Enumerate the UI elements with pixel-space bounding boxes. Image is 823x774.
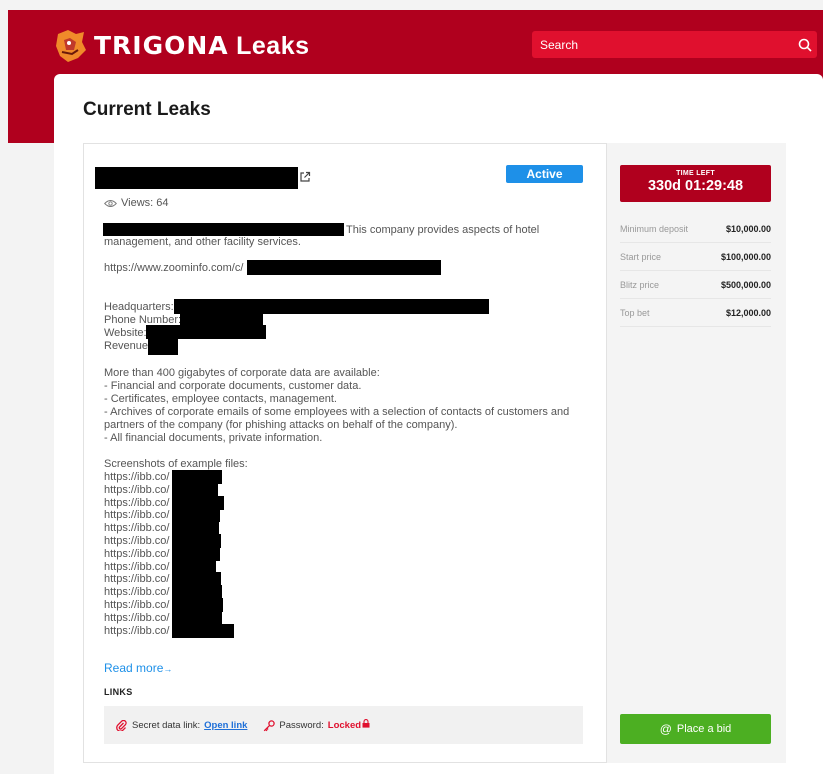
search-input[interactable]: Search xyxy=(532,31,817,58)
open-link[interactable]: Open link xyxy=(204,720,247,731)
stat-label: Blitz price xyxy=(620,279,660,290)
stat-value: $12,000.00 xyxy=(725,307,771,318)
stat-value: $10,000.00 xyxy=(725,223,771,234)
logo-text: TRIGONA Leaks xyxy=(94,31,310,61)
redacted-link-id xyxy=(172,623,234,638)
stat-value: $100,000.00 xyxy=(720,251,771,262)
stat-row: Blitz price $500,000.00 xyxy=(620,271,771,299)
redacted-headquarters xyxy=(174,299,489,314)
search-icon[interactable] xyxy=(793,33,817,57)
data-line: - Financial and corporate documents, cus… xyxy=(104,380,362,392)
data-line: - Archives of corporate emails of some e… xyxy=(104,406,570,418)
stat-label: Minimum deposit xyxy=(620,223,689,234)
paperclip-icon xyxy=(116,719,127,732)
top-strip xyxy=(0,0,823,10)
screenshot-link[interactable]: https://ibb.co/ xyxy=(104,625,169,638)
data-line: - All financial documents, private infor… xyxy=(104,432,323,444)
screenshot-link[interactable]: https://ibb.co/ xyxy=(104,497,169,510)
stat-label: Start price xyxy=(620,251,662,262)
headquarters-label: Headquarters: xyxy=(104,301,174,313)
stat-value: $500,000.00 xyxy=(720,279,771,290)
external-link-icon[interactable] xyxy=(299,170,311,182)
views-count: Views: 64 xyxy=(104,197,169,209)
lock-icon xyxy=(362,719,370,728)
revenue-label: Revenue: xyxy=(104,340,152,352)
place-bid-button[interactable]: @ Place a bid xyxy=(620,714,771,744)
read-more-label: Read more xyxy=(104,661,164,675)
time-left-label: TIME LEFT xyxy=(676,170,715,177)
screenshot-link[interactable]: https://ibb.co/ xyxy=(104,509,169,522)
links-heading: LINKS xyxy=(104,687,133,697)
data-line: partners of the company (for phishing at… xyxy=(104,419,458,431)
password-status-text: Locked xyxy=(327,720,362,731)
screenshot-link[interactable]: https://ibb.co/ xyxy=(104,612,169,625)
data-line: More than 400 gigabytes of corporate dat… xyxy=(104,367,380,379)
screenshot-link[interactable]: https://ibb.co/ xyxy=(104,561,169,574)
screenshot-link[interactable]: https://ibb.co/ xyxy=(104,586,169,599)
data-line: - Certificates, employee contacts, manag… xyxy=(104,393,337,405)
page-title: Current Leaks xyxy=(83,99,211,120)
stat-row: Start price $100,000.00 xyxy=(620,243,771,271)
stat-row: Minimum deposit $10,000.00 xyxy=(620,215,771,243)
screenshots-heading: Screenshots of example files: xyxy=(104,458,248,470)
eye-icon xyxy=(104,199,117,208)
time-left-box: TIME LEFT 330d 01:29:48 xyxy=(620,165,771,202)
redacted-description xyxy=(103,223,344,236)
screenshot-link[interactable]: https://ibb.co/ xyxy=(104,522,169,535)
screenshot-link[interactable]: https://ibb.co/ xyxy=(104,471,169,484)
views-text: Views: 64 xyxy=(121,197,169,209)
password-label: Password: xyxy=(279,719,324,731)
key-icon xyxy=(263,719,276,731)
arrow-right-icon: → xyxy=(163,664,173,674)
place-bid-label: Place a bid xyxy=(676,723,732,735)
secret-link-label: Secret data link: xyxy=(132,719,201,731)
screenshot-link[interactable]: https://ibb.co/ xyxy=(104,599,169,612)
side-strip xyxy=(0,0,8,143)
site-logo[interactable]: TRIGONA Leaks xyxy=(54,26,310,66)
screenshot-link[interactable]: https://ibb.co/ xyxy=(104,548,169,561)
screenshot-link[interactable]: https://ibb.co/ xyxy=(104,535,169,548)
read-more-link[interactable]: Read more→ xyxy=(104,661,172,675)
logo-mascot-icon xyxy=(54,28,88,64)
time-left-value: 330d 01:29:48 xyxy=(647,178,744,194)
screenshot-link[interactable]: https://ibb.co/ xyxy=(104,573,169,586)
logo-suffix: Leaks xyxy=(236,32,310,60)
logo-brand: TRIGONA xyxy=(94,31,229,60)
redacted-revenue xyxy=(148,339,178,355)
redacted-website xyxy=(146,325,266,339)
zoominfo-prefix: https://www.zoominfo.com/c/ xyxy=(104,262,244,274)
search-placeholder: Search xyxy=(540,37,579,52)
at-icon: @ xyxy=(659,722,672,736)
stat-row: Top bet $12,000.00 xyxy=(620,299,771,327)
description-line2: management, and other facility services. xyxy=(104,236,301,248)
redacted-zoominfo xyxy=(247,260,441,275)
website-label: Website: xyxy=(104,327,147,339)
screenshot-link[interactable]: https://ibb.co/ xyxy=(104,484,169,497)
password-status: Locked xyxy=(328,719,370,731)
links-box: Secret data link: Open link Password: Lo… xyxy=(104,706,583,744)
stat-label: Top bet xyxy=(620,307,650,318)
status-badge: Active xyxy=(506,165,583,183)
description-tail: This company provides aspects of hotel xyxy=(346,224,540,236)
redacted-company-name xyxy=(95,167,298,189)
